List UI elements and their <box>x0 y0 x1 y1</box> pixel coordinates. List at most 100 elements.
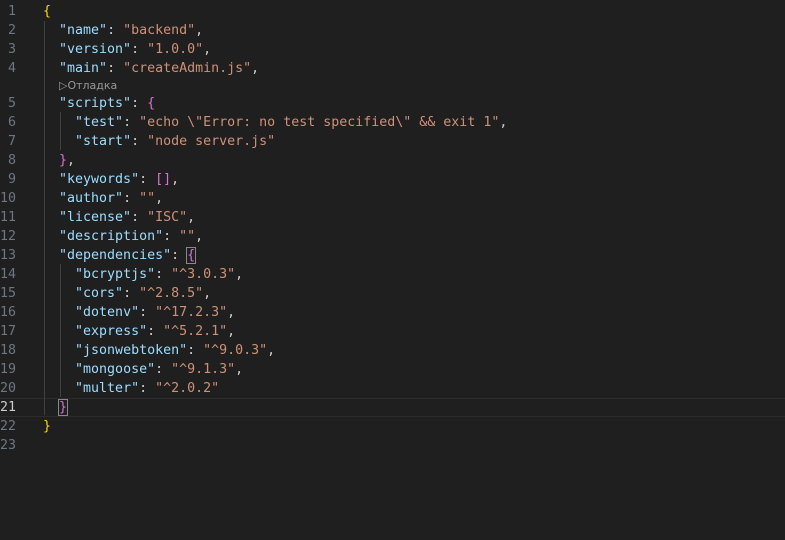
line-number: 13 <box>0 248 17 263</box>
code-line[interactable]: 14 "bcryptjs": "^3.0.3", <box>0 265 785 284</box>
code-line[interactable]: 2 "name": "backend", <box>0 21 785 40</box>
code-token: "1.0.0" <box>147 42 204 57</box>
code-line[interactable]: 11 "license": "ISC", <box>0 208 785 227</box>
code-token: "^3.0.3" <box>171 267 236 282</box>
code-line[interactable]: 13 "dependencies": { <box>0 246 785 265</box>
code-token: : <box>123 286 140 301</box>
code-token: "^2.8.5" <box>139 286 204 301</box>
code-token: "^9.0.3" <box>203 343 268 358</box>
code-line[interactable]: 16 "dotenv": "^17.2.3", <box>0 303 785 322</box>
code-token: "author" <box>59 191 124 206</box>
line-number: 2 <box>7 23 16 38</box>
code-line[interactable]: 23 <box>0 436 785 455</box>
code-token: "mongoose" <box>75 362 156 377</box>
code-token: , <box>499 115 508 130</box>
line-code: } <box>43 399 69 416</box>
code-line[interactable]: 21 } <box>0 398 785 417</box>
line-number: 6 <box>7 115 16 130</box>
code-token: : <box>155 267 172 282</box>
code-token: "backend" <box>123 23 196 38</box>
code-token: { <box>43 4 52 19</box>
code-token: : <box>131 134 148 149</box>
line-code: "bcryptjs": "^3.0.3", <box>43 265 243 284</box>
code-token: : <box>187 343 204 358</box>
code-token: : <box>107 61 124 76</box>
code-token: "jsonwebtoken" <box>75 343 188 358</box>
code-token: "version" <box>59 42 132 57</box>
code-token: } <box>59 153 68 168</box>
code-token: "createAdmin.js" <box>123 61 252 76</box>
code-token: "name" <box>59 23 108 38</box>
line-code: "dotenv": "^17.2.3", <box>43 303 235 322</box>
debug-codelens[interactable]: ▷Отладка <box>0 78 785 94</box>
code-token: : <box>163 229 180 244</box>
code-token: "main" <box>59 61 108 76</box>
code-line[interactable]: 15 "cors": "^2.8.5", <box>0 284 785 303</box>
code-token: : <box>139 381 156 396</box>
code-token: , <box>155 191 164 206</box>
code-token: , <box>235 362 244 377</box>
line-number: 11 <box>0 210 17 225</box>
line-number: 12 <box>0 229 17 244</box>
code-line[interactable]: 20 "multer": "^2.0.2" <box>0 379 785 398</box>
code-token: "keywords" <box>59 172 140 187</box>
code-line[interactable]: 12 "description": "", <box>0 227 785 246</box>
line-code: { <box>43 2 51 21</box>
code-line[interactable]: 6 "test": "echo \"Error: no test specifi… <box>0 113 785 132</box>
code-token: "dotenv" <box>75 305 140 320</box>
code-token: "scripts" <box>59 96 132 111</box>
debug-codelens-label[interactable]: ▷Отладка <box>59 78 117 94</box>
code-editor[interactable]: 1{2 "name": "backend", 3 "version": "1.0.… <box>0 0 785 540</box>
indent-guide <box>44 21 45 415</box>
code-line[interactable]: 9 "keywords": [], <box>0 170 785 189</box>
line-code: "version": "1.0.0", <box>43 40 211 59</box>
line-number: 15 <box>0 286 17 301</box>
code-token: [] <box>155 172 172 187</box>
code-token: , <box>67 153 76 168</box>
line-code: "jsonwebtoken": "^9.0.3", <box>43 341 275 360</box>
code-line[interactable]: 1{ <box>0 2 785 21</box>
code-line[interactable]: 10 "author": "", <box>0 189 785 208</box>
code-line[interactable]: 18 "jsonwebtoken": "^9.0.3", <box>0 341 785 360</box>
code-token: } <box>58 399 69 416</box>
code-line[interactable]: 17 "express": "^5.2.1", <box>0 322 785 341</box>
code-token: , <box>195 23 204 38</box>
code-token: , <box>267 343 276 358</box>
code-token: : <box>123 115 140 130</box>
indent-guide <box>60 264 61 397</box>
line-number: 4 <box>7 61 16 76</box>
line-code: "multer": "^2.0.2" <box>43 379 219 398</box>
code-line[interactable]: 8 }, <box>0 151 785 170</box>
line-number: 9 <box>7 172 16 187</box>
code-token: "license" <box>59 210 132 225</box>
line-code: "main": "createAdmin.js", <box>43 59 259 78</box>
code-token: "" <box>179 229 196 244</box>
code-line[interactable]: 19 "mongoose": "^9.1.3", <box>0 360 785 379</box>
line-code: "license": "ISC", <box>43 208 195 227</box>
code-token: { <box>186 247 197 264</box>
code-line[interactable]: 3 "version": "1.0.0", <box>0 40 785 59</box>
code-token: : <box>139 172 156 187</box>
line-number: 20 <box>0 381 17 396</box>
code-token: "^2.0.2" <box>155 381 220 396</box>
code-line[interactable]: 22} <box>0 417 785 436</box>
line-number: 16 <box>0 305 17 320</box>
code-token: , <box>195 229 204 244</box>
code-token: : <box>131 96 148 111</box>
line-number: 1 <box>7 4 16 19</box>
line-code: } <box>43 417 51 436</box>
code-token: "node server.js" <box>147 134 276 149</box>
code-line[interactable]: 7 "start": "node server.js" <box>0 132 785 151</box>
code-token: , <box>235 267 244 282</box>
code-token: , <box>227 324 236 339</box>
code-token: : <box>107 23 124 38</box>
code-token: "test" <box>75 115 124 130</box>
code-line[interactable]: 4 "main": "createAdmin.js", <box>0 59 785 78</box>
line-number: 10 <box>0 191 17 206</box>
code-line[interactable]: 5 "scripts": { <box>0 94 785 113</box>
